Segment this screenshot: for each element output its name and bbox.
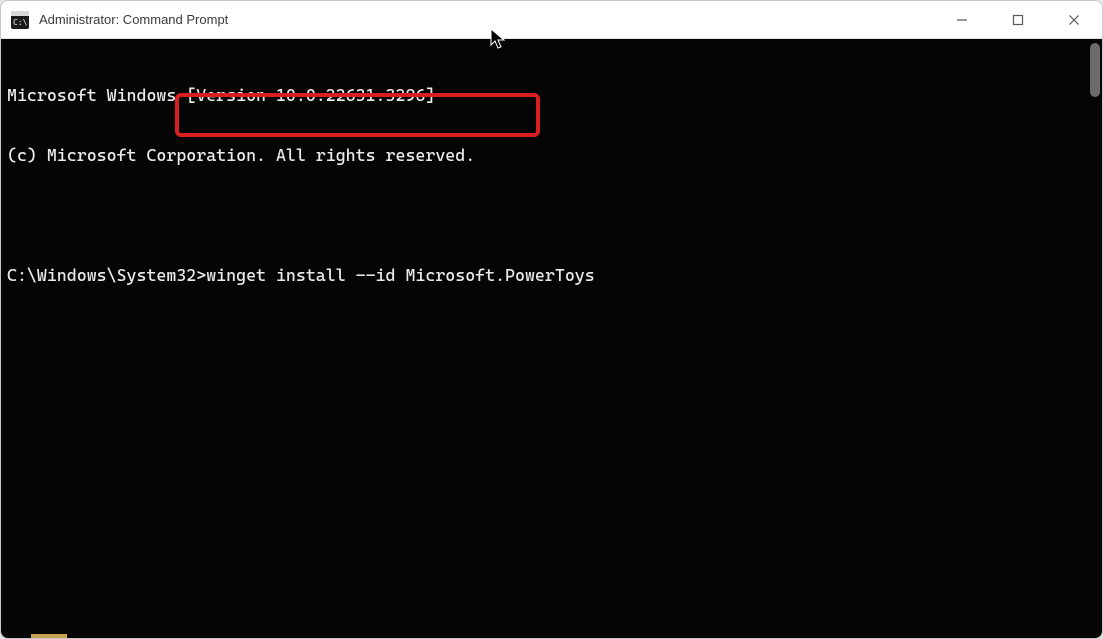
scrollbar-track[interactable] xyxy=(1090,43,1100,634)
window-title: Administrator: Command Prompt xyxy=(39,12,228,27)
window-controls xyxy=(934,1,1102,38)
cmd-icon: C:\ xyxy=(11,11,29,29)
copyright-line: (c) Microsoft Corporation. All rights re… xyxy=(7,145,1096,165)
close-button[interactable] xyxy=(1046,1,1102,38)
prompt-text: C:\Windows\System32> xyxy=(7,265,206,285)
prompt-line: C:\Windows\System32>winget install --id … xyxy=(7,265,1096,285)
titlebar[interactable]: C:\ Administrator: Command Prompt xyxy=(1,1,1102,39)
scrollbar-thumb[interactable] xyxy=(1090,43,1100,97)
terminal-output: Microsoft Windows [Version 10.0.22631.32… xyxy=(7,45,1096,325)
minimize-button[interactable] xyxy=(934,1,990,38)
bottom-accent xyxy=(31,634,67,638)
terminal-area[interactable]: Microsoft Windows [Version 10.0.22631.32… xyxy=(1,39,1102,638)
version-line: Microsoft Windows [Version 10.0.22631.32… xyxy=(7,85,1096,105)
blank-line xyxy=(7,205,1096,225)
window-frame: C:\ Administrator: Command Prompt Micros… xyxy=(0,0,1103,639)
maximize-button[interactable] xyxy=(990,1,1046,38)
svg-text:C:\: C:\ xyxy=(13,18,28,27)
command-text[interactable]: winget install --id Microsoft.PowerToys xyxy=(206,265,594,285)
